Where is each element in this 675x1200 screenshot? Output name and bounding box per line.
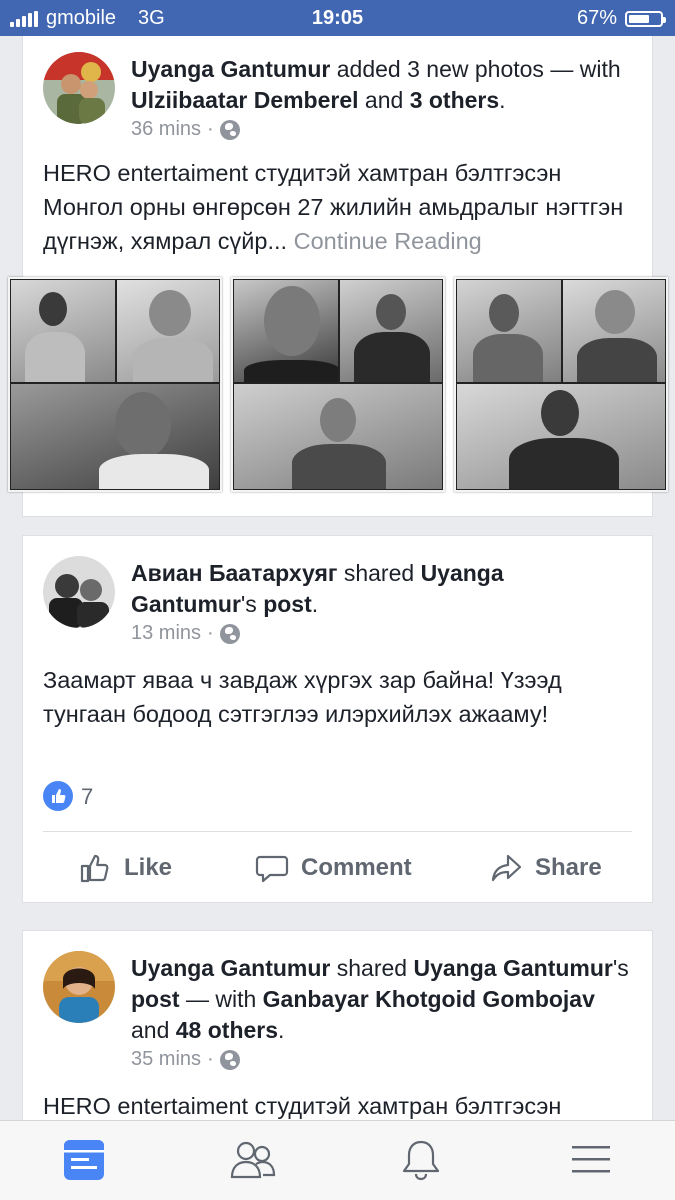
post-meta: 35 mins · [131, 1048, 240, 1071]
post-text: HERO entertaiment студитэй хамтран бэлтг… [43, 156, 634, 258]
post-body: Заамарт яваа ч завдаж хүргэх зар байна! … [43, 667, 562, 727]
period-text: . [311, 591, 319, 617]
tagged-user[interactable]: Ganbayar Khotgoid Gombojav [263, 986, 595, 1012]
share-icon [491, 854, 522, 882]
news-feed-icon[interactable] [61, 1137, 109, 1185]
share-button[interactable]: Share [489, 851, 602, 885]
post-header: Uyanga Gantumur shared Uyanga Gantumur's… [131, 953, 632, 1046]
post-meta: 36 mins · [131, 118, 240, 141]
post-time[interactable]: 35 mins [131, 1048, 201, 1071]
thumbs-up-icon [80, 854, 109, 883]
post-action: shared [336, 955, 408, 981]
like-button[interactable]: Like [78, 851, 172, 885]
period-text: . [278, 1017, 285, 1043]
like-count[interactable]: 7 [81, 784, 93, 810]
post-time[interactable]: 13 mins [131, 622, 201, 645]
divider [43, 831, 632, 832]
author-name[interactable]: Авиан Баатархуяг [131, 560, 337, 586]
bottom-tab-bar [0, 1120, 675, 1200]
feed-post: Авиан Баатархуяг shared Uyanga Gantumur'… [22, 535, 653, 903]
globe-icon [219, 119, 240, 140]
continue-reading-link[interactable]: Continue Reading [294, 228, 482, 254]
with-text: with [579, 56, 621, 82]
share-label: Share [535, 854, 602, 881]
post-text: HERO entertaiment студитэй хамтран бэлтг… [43, 1089, 634, 1123]
author-name[interactable]: Uyanga Gantumur [131, 955, 330, 981]
original-post-link[interactable]: post [131, 986, 180, 1012]
comment-label: Comment [301, 854, 412, 881]
post-header: Uyanga Gantumur added 3 new photos — wit… [131, 54, 632, 116]
notifications-icon[interactable] [398, 1137, 446, 1185]
and-text: and [364, 87, 404, 113]
avatar[interactable] [43, 556, 115, 628]
post-photo[interactable] [454, 277, 668, 492]
post-time[interactable]: 36 mins [131, 118, 201, 141]
tagged-user[interactable]: Ulziibaatar Demberel [131, 87, 359, 113]
separator-dot: · [207, 118, 214, 140]
with-text: — with [185, 986, 257, 1012]
globe-icon [219, 1049, 240, 1070]
post-body: HERO entertaiment студитэй хамтран бэлтг… [43, 1093, 562, 1119]
post-text: Заамарт яваа ч завдаж хүргэх зар байна! … [43, 663, 634, 731]
clock: 19:05 [311, 7, 364, 29]
and-text: and [131, 1017, 170, 1043]
menu-icon[interactable] [568, 1137, 616, 1185]
like-label: Like [124, 854, 173, 881]
post-photo[interactable] [231, 277, 445, 492]
author-name[interactable]: Uyanga Gantumur [131, 56, 330, 82]
globe-icon [219, 623, 240, 644]
others-link[interactable]: 3 others [403, 87, 499, 113]
like-reaction-icon[interactable] [43, 781, 73, 811]
photo-grid [8, 277, 668, 492]
post-action: shared [343, 560, 415, 586]
comment-icon [255, 855, 289, 883]
period-text: . [499, 87, 506, 113]
possessive-text: 's [240, 591, 257, 617]
post-action: added 3 new photos — [336, 56, 574, 82]
battery-percent: 67% [576, 7, 617, 29]
original-post-link[interactable]: post [263, 591, 312, 617]
comment-button[interactable]: Comment [255, 851, 412, 885]
post-photo[interactable] [8, 277, 222, 492]
friends-icon[interactable] [229, 1137, 277, 1185]
separator-dot: · [207, 622, 214, 644]
battery-icon [625, 10, 666, 27]
feed-post: Uyanga Gantumur shared Uyanga Gantumur's… [22, 930, 653, 1130]
post-header: Авиан Баатархуяг shared Uyanga Gantumur'… [131, 558, 632, 620]
post-meta: 13 mins · [131, 622, 240, 645]
shared-from-link[interactable]: Uyanga Gantumur [413, 955, 612, 981]
separator-dot: · [207, 1048, 214, 1070]
others-link[interactable]: 48 others [176, 1017, 278, 1043]
status-bar: gmobile 3G 19:05 67% [0, 0, 675, 36]
avatar[interactable] [43, 951, 115, 1023]
possessive-text: 's [612, 955, 629, 981]
avatar[interactable] [43, 52, 115, 124]
